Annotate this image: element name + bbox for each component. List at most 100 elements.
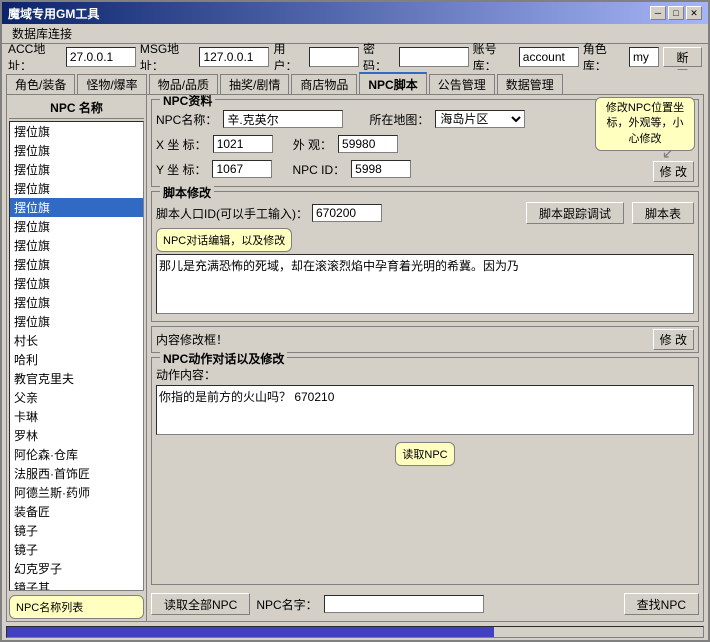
map-select[interactable]: 海岛片区	[435, 110, 525, 128]
appearance-input[interactable]	[338, 135, 398, 153]
script-section: 脚本修改 脚本人口ID(可以手工输入)： 脚本跟踪调试 脚本表 NPC对话编辑，	[151, 191, 699, 322]
script-title: 脚本修改	[160, 184, 214, 201]
find-npc-button[interactable]: 查找NPC	[624, 593, 699, 615]
tab-lottery[interactable]: 抽奖/剧情	[220, 74, 289, 94]
conn-bar: ACC地址： MSG地址： 用户： 密码： 账号库： 角色库： 断开	[2, 44, 708, 70]
tab-announcement[interactable]: 公告管理	[429, 74, 495, 94]
msg-input[interactable]	[199, 47, 269, 67]
list-item[interactable]: 摆位旗	[10, 160, 143, 179]
content-modify-button[interactable]: 修 改	[653, 329, 694, 350]
tab-npc-script[interactable]: NPC脚本	[359, 72, 426, 94]
npcid-input[interactable]	[351, 160, 411, 178]
npc-name-label: NPC名字：	[256, 596, 317, 613]
callout-arrow: ↙	[662, 143, 675, 163]
action-title: NPC动作对话以及修改	[160, 350, 287, 367]
script-table-button[interactable]: 脚本表	[632, 202, 694, 224]
callout-read-npc: 读取NPC	[395, 442, 454, 466]
npc-name-search-input[interactable]	[324, 595, 484, 613]
pwd-input[interactable]	[399, 47, 469, 67]
msg-label: MSG地址：	[140, 40, 196, 74]
y-input[interactable]	[212, 160, 272, 178]
y-npcid-row: Y 坐 标： NPC ID： 修 改	[156, 160, 694, 182]
list-item[interactable]: 摆位旗	[10, 217, 143, 236]
content-edit-label: 内容修改框！	[156, 331, 228, 348]
map-label: 所在地图：	[369, 111, 429, 128]
read-all-npc-button[interactable]: 读取全部NPC	[151, 593, 250, 615]
action-section: NPC动作对话以及修改 动作内容： 读取NPC	[151, 357, 699, 585]
script-id-row: 脚本人口ID(可以手工输入)： 脚本跟踪调试 脚本表	[156, 202, 694, 224]
minimize-button[interactable]: ─	[650, 6, 666, 20]
list-item[interactable]: 法服西·首饰匠	[10, 464, 143, 483]
maximize-button[interactable]: □	[668, 6, 684, 20]
x-label: X 坐 标：	[156, 136, 207, 153]
list-item[interactable]: 幻克罗子	[10, 559, 143, 578]
right-panel: 修改NPC位置坐标，外观等，小心修改 ↙ NPC资料 NPC名称： 所在地图： …	[147, 95, 703, 621]
window-title: 魔域专用GM工具	[8, 5, 99, 22]
user-label: 用户：	[273, 40, 305, 74]
left-panel: NPC 名称 摆位旗摆位旗摆位旗摆位旗摆位旗摆位旗摆位旗摆位旗摆位旗摆位旗摆位旗…	[7, 95, 147, 621]
callout-npc-list: NPC名称列表	[9, 595, 144, 619]
list-item[interactable]: 阿德兰斯·药师	[10, 483, 143, 502]
action-label: 动作内容：	[156, 366, 694, 383]
callout-modify: 修改NPC位置坐标，外观等，小心修改	[595, 97, 695, 151]
script-id-input[interactable]	[312, 204, 382, 222]
npc-name-label: NPC名称：	[156, 111, 217, 128]
tab-costume[interactable]: 角色/装备	[6, 74, 75, 94]
list-item[interactable]: 镜子其	[10, 578, 143, 591]
list-item[interactable]: 父亲	[10, 388, 143, 407]
close-button[interactable]: ✕	[686, 6, 702, 20]
tab-item[interactable]: 物品/品质	[149, 74, 218, 94]
role-input[interactable]	[629, 47, 659, 67]
db-input[interactable]	[519, 47, 579, 67]
tabs-bar: 角色/装备 怪物/爆率 物品/品质 抽奖/剧情 商店物品 NPC脚本 公告管理 …	[2, 70, 708, 94]
list-item[interactable]: 教官克里夫	[10, 369, 143, 388]
list-item[interactable]: 镜子	[10, 540, 143, 559]
list-item[interactable]: 装备匠	[10, 502, 143, 521]
npc-list-title: NPC 名称	[9, 97, 144, 119]
main-window: 魔域专用GM工具 ─ □ ✕ 数据库连接 ACC地址： MSG地址： 用户： 密…	[0, 0, 710, 642]
list-item[interactable]: 摆位旗	[10, 179, 143, 198]
debug-button[interactable]: 脚本跟踪调试	[526, 202, 624, 224]
list-item[interactable]: 摆位旗	[10, 312, 143, 331]
npc-name-input[interactable]	[223, 110, 343, 128]
npcid-label: NPC ID：	[292, 161, 345, 178]
list-item[interactable]: 阿伦森·仓库	[10, 445, 143, 464]
acc-label: ACC地址：	[8, 40, 62, 74]
content-edit-bar: 内容修改框！ 修 改	[151, 326, 699, 353]
list-item[interactable]: 摆位旗	[10, 274, 143, 293]
npcinfo-modify-button[interactable]: 修 改	[653, 161, 694, 182]
npc-info-title: NPC资料	[160, 95, 215, 109]
title-buttons: ─ □ ✕	[650, 6, 702, 20]
npc-list[interactable]: 摆位旗摆位旗摆位旗摆位旗摆位旗摆位旗摆位旗摆位旗摆位旗摆位旗摆位旗村长哈利教官克…	[9, 121, 144, 591]
script-id-label: 脚本人口ID(可以手工输入)：	[156, 205, 308, 222]
y-label: Y 坐 标：	[156, 161, 206, 178]
list-item[interactable]: 哈利	[10, 350, 143, 369]
list-item[interactable]: 镜子	[10, 521, 143, 540]
bottom-bar: 读取全部NPC NPC名字： 查找NPC	[151, 589, 699, 617]
dialog-textarea[interactable]	[156, 254, 694, 314]
user-input[interactable]	[309, 47, 359, 67]
pwd-label: 密码：	[363, 40, 395, 74]
x-input[interactable]	[213, 135, 273, 153]
acc-input[interactable]	[66, 47, 136, 67]
list-item[interactable]: 罗林	[10, 426, 143, 445]
action-textarea[interactable]	[156, 385, 694, 435]
list-item[interactable]: 摆位旗	[10, 198, 143, 217]
progress-bar	[6, 626, 704, 638]
list-item[interactable]: 卡琳	[10, 407, 143, 426]
db-label: 账号库：	[473, 40, 515, 74]
disconnect-button[interactable]: 断开	[663, 47, 702, 67]
list-item[interactable]: 村长	[10, 331, 143, 350]
list-item[interactable]: 摆位旗	[10, 236, 143, 255]
main-content: NPC 名称 摆位旗摆位旗摆位旗摆位旗摆位旗摆位旗摆位旗摆位旗摆位旗摆位旗摆位旗…	[6, 94, 704, 622]
callout-dialog-edit: NPC对话编辑，以及修改	[156, 228, 292, 252]
tab-monster[interactable]: 怪物/爆率	[77, 74, 146, 94]
tab-data[interactable]: 数据管理	[497, 74, 563, 94]
appearance-label: 外 观：	[293, 136, 332, 153]
title-bar: 魔域专用GM工具 ─ □ ✕	[2, 2, 708, 24]
list-item[interactable]: 摆位旗	[10, 141, 143, 160]
tab-shop[interactable]: 商店物品	[291, 74, 357, 94]
list-item[interactable]: 摆位旗	[10, 122, 143, 141]
list-item[interactable]: 摆位旗	[10, 293, 143, 312]
list-item[interactable]: 摆位旗	[10, 255, 143, 274]
